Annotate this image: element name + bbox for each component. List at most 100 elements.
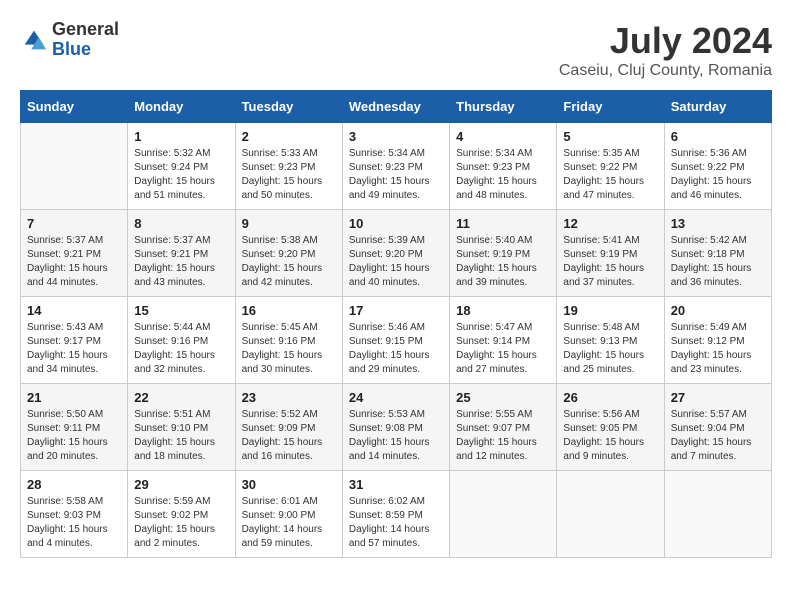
day-number: 26	[563, 390, 657, 405]
calendar-cell: 26 Sunrise: 5:56 AMSunset: 9:05 PMDayligh…	[557, 384, 664, 471]
day-number: 30	[242, 477, 336, 492]
day-info: Sunrise: 5:40 AMSunset: 9:19 PMDaylight:…	[456, 234, 550, 290]
header-section: General Blue July 2024 Caseiu, Cluj Coun…	[20, 20, 772, 80]
weekday-header-tuesday: Tuesday	[235, 91, 342, 123]
calendar-cell: 17 Sunrise: 5:46 AMSunset: 9:15 PMDayligh…	[342, 297, 449, 384]
calendar-cell: 5 Sunrise: 5:35 AMSunset: 9:22 PMDaylight…	[557, 123, 664, 210]
day-info: Sunrise: 6:01 AMSunset: 9:00 PMDaylight:…	[242, 495, 336, 551]
day-number: 28	[27, 477, 121, 492]
weekday-header-friday: Friday	[557, 91, 664, 123]
day-info: Sunrise: 5:57 AMSunset: 9:04 PMDaylight:…	[671, 408, 765, 464]
day-info: Sunrise: 5:34 AMSunset: 9:23 PMDaylight:…	[349, 147, 443, 203]
day-number: 31	[349, 477, 443, 492]
day-info: Sunrise: 5:41 AMSunset: 9:19 PMDaylight:…	[563, 234, 657, 290]
day-number: 6	[671, 129, 765, 144]
day-info: Sunrise: 5:43 AMSunset: 9:17 PMDaylight:…	[27, 321, 121, 377]
day-info: Sunrise: 5:36 AMSunset: 9:22 PMDaylight:…	[671, 147, 765, 203]
day-info: Sunrise: 5:37 AMSunset: 9:21 PMDaylight:…	[134, 234, 228, 290]
calendar-cell: 4 Sunrise: 5:34 AMSunset: 9:23 PMDaylight…	[450, 123, 557, 210]
day-info: Sunrise: 5:39 AMSunset: 9:20 PMDaylight:…	[349, 234, 443, 290]
calendar-cell: 12 Sunrise: 5:41 AMSunset: 9:19 PMDayligh…	[557, 210, 664, 297]
weekday-header-saturday: Saturday	[664, 91, 771, 123]
logo: General Blue	[20, 20, 119, 60]
calendar-cell: 7 Sunrise: 5:37 AMSunset: 9:21 PMDaylight…	[21, 210, 128, 297]
calendar-cell: 18Sunrise: 5:47 AMSunset: 9:14 PMDayligh…	[450, 297, 557, 384]
day-number: 14	[27, 303, 121, 318]
calendar-cell: 3 Sunrise: 5:34 AMSunset: 9:23 PMDaylight…	[342, 123, 449, 210]
day-number: 13	[671, 216, 765, 231]
day-number: 9	[242, 216, 336, 231]
day-number: 5	[563, 129, 657, 144]
day-info: Sunrise: 5:42 AMSunset: 9:18 PMDaylight:…	[671, 234, 765, 290]
weekday-header-sunday: Sunday	[21, 91, 128, 123]
calendar-cell: 19Sunrise: 5:48 AMSunset: 9:13 PMDayligh…	[557, 297, 664, 384]
day-info: Sunrise: 5:58 AMSunset: 9:03 PMDaylight:…	[27, 495, 121, 551]
day-number: 8	[134, 216, 228, 231]
calendar-cell: 10 Sunrise: 5:39 AMSunset: 9:20 PMDayligh…	[342, 210, 449, 297]
calendar-week-row: 1 Sunrise: 5:32 AMSunset: 9:24 PMDaylight…	[21, 123, 772, 210]
day-info: Sunrise: 5:46 AMSunset: 9:15 PMDaylight:…	[349, 321, 443, 377]
calendar-cell: 9 Sunrise: 5:38 AMSunset: 9:20 PMDaylight…	[235, 210, 342, 297]
day-info: Sunrise: 5:34 AMSunset: 9:23 PMDaylight:…	[456, 147, 550, 203]
calendar-cell: 30 Sunrise: 6:01 AMSunset: 9:00 PMDayligh…	[235, 471, 342, 558]
calendar-cell: 6 Sunrise: 5:36 AMSunset: 9:22 PMDaylight…	[664, 123, 771, 210]
weekday-header-wednesday: Wednesday	[342, 91, 449, 123]
day-info: Sunrise: 5:48 AMSunset: 9:13 PMDaylight:…	[563, 321, 657, 377]
calendar-cell: 21 Sunrise: 5:50 AMSunset: 9:11 PMDayligh…	[21, 384, 128, 471]
calendar-cell: 14 Sunrise: 5:43 AMSunset: 9:17 PMDayligh…	[21, 297, 128, 384]
day-info: Sunrise: 5:32 AMSunset: 9:24 PMDaylight:…	[134, 147, 228, 203]
calendar-cell: 31 Sunrise: 6:02 AMSunset: 8:59 PMDayligh…	[342, 471, 449, 558]
day-info: Sunrise: 5:50 AMSunset: 9:11 PMDaylight:…	[27, 408, 121, 464]
day-number: 11	[456, 216, 550, 231]
day-number: 16	[242, 303, 336, 318]
calendar-cell: 1 Sunrise: 5:32 AMSunset: 9:24 PMDaylight…	[128, 123, 235, 210]
calendar-cell: 11 Sunrise: 5:40 AMSunset: 9:19 PMDayligh…	[450, 210, 557, 297]
day-number: 17	[349, 303, 443, 318]
day-number: 22	[134, 390, 228, 405]
day-number: 4	[456, 129, 550, 144]
day-info: Sunrise: 5:37 AMSunset: 9:21 PMDaylight:…	[27, 234, 121, 290]
calendar-cell: 8 Sunrise: 5:37 AMSunset: 9:21 PMDaylight…	[128, 210, 235, 297]
logo-general: General	[52, 20, 119, 40]
calendar-week-row: 14 Sunrise: 5:43 AMSunset: 9:17 PMDayligh…	[21, 297, 772, 384]
day-number: 25	[456, 390, 550, 405]
day-info: Sunrise: 5:33 AMSunset: 9:23 PMDaylight:…	[242, 147, 336, 203]
calendar-cell: 2 Sunrise: 5:33 AMSunset: 9:23 PMDaylight…	[235, 123, 342, 210]
day-number: 21	[27, 390, 121, 405]
day-number: 3	[349, 129, 443, 144]
day-info: Sunrise: 5:51 AMSunset: 9:10 PMDaylight:…	[134, 408, 228, 464]
day-number: 7	[27, 216, 121, 231]
title-section: July 2024 Caseiu, Cluj County, Romania	[559, 20, 772, 80]
calendar-week-row: 21 Sunrise: 5:50 AMSunset: 9:11 PMDayligh…	[21, 384, 772, 471]
calendar-cell: 13 Sunrise: 5:42 AMSunset: 9:18 PMDayligh…	[664, 210, 771, 297]
calendar-cell: 20Sunrise: 5:49 AMSunset: 9:12 PMDayligh…	[664, 297, 771, 384]
day-info: Sunrise: 6:02 AMSunset: 8:59 PMDaylight:…	[349, 495, 443, 551]
day-info: Sunrise: 5:49 AMSunset: 9:12 PMDaylight:…	[671, 321, 765, 377]
logo-icon	[20, 26, 48, 54]
logo-text: General Blue	[52, 20, 119, 60]
day-number: 12	[563, 216, 657, 231]
calendar-table: SundayMondayTuesdayWednesdayThursdayFrid…	[20, 90, 772, 558]
calendar-cell: 27 Sunrise: 5:57 AMSunset: 9:04 PMDayligh…	[664, 384, 771, 471]
calendar-cell	[21, 123, 128, 210]
weekday-header-thursday: Thursday	[450, 91, 557, 123]
calendar-week-row: 7 Sunrise: 5:37 AMSunset: 9:21 PMDaylight…	[21, 210, 772, 297]
day-number: 1	[134, 129, 228, 144]
day-info: Sunrise: 5:47 AMSunset: 9:14 PMDaylight:…	[456, 321, 550, 377]
calendar-cell	[557, 471, 664, 558]
day-number: 15	[134, 303, 228, 318]
day-info: Sunrise: 5:56 AMSunset: 9:05 PMDaylight:…	[563, 408, 657, 464]
calendar-cell: 25 Sunrise: 5:55 AMSunset: 9:07 PMDayligh…	[450, 384, 557, 471]
day-info: Sunrise: 5:38 AMSunset: 9:20 PMDaylight:…	[242, 234, 336, 290]
calendar-cell: 22 Sunrise: 5:51 AMSunset: 9:10 PMDayligh…	[128, 384, 235, 471]
day-info: Sunrise: 5:35 AMSunset: 9:22 PMDaylight:…	[563, 147, 657, 203]
calendar-cell: 28 Sunrise: 5:58 AMSunset: 9:03 PMDayligh…	[21, 471, 128, 558]
day-info: Sunrise: 5:55 AMSunset: 9:07 PMDaylight:…	[456, 408, 550, 464]
calendar-week-row: 28 Sunrise: 5:58 AMSunset: 9:03 PMDayligh…	[21, 471, 772, 558]
calendar-cell: 24Sunrise: 5:53 AMSunset: 9:08 PMDayligh…	[342, 384, 449, 471]
day-info: Sunrise: 5:44 AMSunset: 9:16 PMDaylight:…	[134, 321, 228, 377]
day-number: 10	[349, 216, 443, 231]
calendar-cell: 15 Sunrise: 5:44 AMSunset: 9:16 PMDayligh…	[128, 297, 235, 384]
day-number: 27	[671, 390, 765, 405]
day-number: 2	[242, 129, 336, 144]
